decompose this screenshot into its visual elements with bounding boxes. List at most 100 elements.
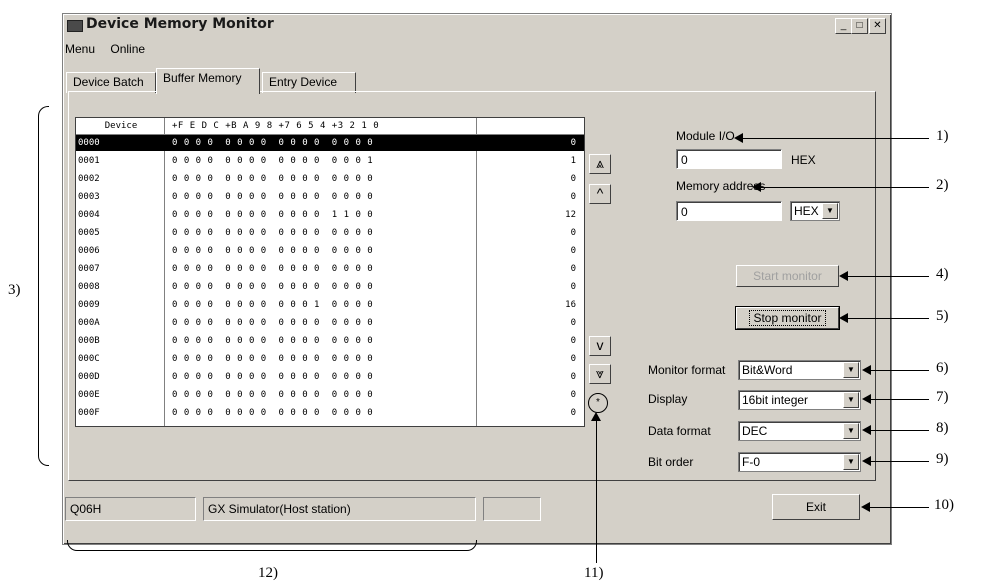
page-down-button[interactable]: ⩔ [589,364,611,384]
table-row[interactable]: 0004 0 0 0 0 0 0 0 0 0 0 0 0 1 1 0 0 12 [76,207,584,223]
app-icon [67,20,83,32]
callout-line-5 [846,318,929,319]
close-button[interactable]: ✕ [869,18,886,34]
bit-values: 0 0 0 0 0 0 0 0 0 0 0 1 0 0 0 0 [172,300,374,310]
data-format-select[interactable]: DEC ▼ [738,421,861,441]
callout-6: 6) [936,360,949,376]
stop-monitor-button[interactable]: Stop monitor [735,306,840,330]
menu-menu[interactable]: Menu [65,42,95,56]
bit-values: 0 0 0 0 0 0 0 0 0 0 0 0 0 0 0 0 [172,390,374,400]
bit-order-label: Bit order [648,455,694,469]
table-row[interactable]: 0005 0 0 0 0 0 0 0 0 0 0 0 0 0 0 0 0 0 [76,225,584,241]
table-row[interactable]: 0002 0 0 0 0 0 0 0 0 0 0 0 0 0 0 0 0 0 [76,171,584,187]
scroll-down-button[interactable]: v [589,336,611,356]
bit-values: 0 0 0 0 0 0 0 0 0 0 0 0 0 0 0 0 [172,174,374,184]
device-address: 000C [78,354,100,364]
memory-address-input[interactable]: 0 [676,201,782,221]
table-row[interactable]: 0006 0 0 0 0 0 0 0 0 0 0 0 0 0 0 0 0 0 [76,243,584,259]
double-chevron-up-icon: ⩓ [596,155,604,171]
table-row[interactable]: 000F 0 0 0 0 0 0 0 0 0 0 0 0 0 0 0 0 0 [76,405,584,421]
table-row[interactable]: 000B 0 0 0 0 0 0 0 0 0 0 0 0 0 0 0 0 0 [76,333,584,349]
table-row[interactable]: 0001 0 0 0 0 0 0 0 0 0 0 0 0 0 0 0 1 1 [76,153,584,169]
chevron-down-icon[interactable]: ▼ [843,362,859,378]
display-label: Display [648,392,688,406]
memory-address-unit-value: HEX [794,204,819,218]
exit-button[interactable]: Exit [772,494,860,520]
callout-line-7 [869,399,929,400]
device-address: 0000 [78,138,100,148]
arrowhead-icon [862,365,871,375]
module-io-input[interactable]: 0 [676,149,782,169]
module-io-label: Module I/O [676,129,735,143]
callout-11: 11) [584,565,604,581]
start-monitor-button[interactable]: Start monitor [736,265,839,287]
column-header-bits: +F E D C +B A 9 8 +7 6 5 4 +3 2 1 0 [172,121,380,131]
module-io-unit: HEX [791,153,816,167]
maximize-button[interactable]: □ [851,18,868,34]
word-value: 1 [570,156,576,166]
chevron-down-icon[interactable]: ▼ [822,203,838,219]
monitor-format-select[interactable]: Bit&Word ▼ [738,360,861,380]
table-row[interactable]: 0009 0 0 0 0 0 0 0 0 0 0 0 1 0 0 0 0 16 [76,297,584,313]
arrowhead-icon [862,425,871,435]
table-row[interactable]: 0003 0 0 0 0 0 0 0 0 0 0 0 0 0 0 0 0 0 [76,189,584,205]
word-value: 0 [570,282,576,292]
memory-grid[interactable]: Device +F E D C +B A 9 8 +7 6 5 4 +3 2 1… [75,117,585,427]
tab-device-batch[interactable]: Device Batch [66,72,156,93]
table-row[interactable]: 000D 0 0 0 0 0 0 0 0 0 0 0 0 0 0 0 0 0 [76,369,584,385]
device-address: 0005 [78,228,100,238]
asterisk-icon: * [596,397,600,408]
bit-values: 0 0 0 0 0 0 0 0 0 0 0 0 0 0 0 0 [172,246,374,256]
callout-1: 1) [936,128,949,144]
tab-buffer-memory[interactable]: Buffer Memory [156,68,260,94]
status-connection: GX Simulator(Host station) [203,497,476,521]
word-value: 0 [570,408,576,418]
bit-values: 0 0 0 0 0 0 0 0 0 0 0 0 1 1 0 0 [172,210,374,220]
device-address: 0009 [78,300,100,310]
device-address: 000F [78,408,100,418]
table-row[interactable]: 000A 0 0 0 0 0 0 0 0 0 0 0 0 0 0 0 0 0 [76,315,584,331]
device-address: 0001 [78,156,100,166]
table-row[interactable]: 000E 0 0 0 0 0 0 0 0 0 0 0 0 0 0 0 0 0 [76,387,584,403]
tab-entry-device[interactable]: Entry Device [262,72,356,93]
table-row[interactable]: 0007 0 0 0 0 0 0 0 0 0 0 0 0 0 0 0 0 0 [76,261,584,277]
callout-12: 12) [258,565,278,581]
word-value: 0 [570,354,576,364]
table-row[interactable]: 000C 0 0 0 0 0 0 0 0 0 0 0 0 0 0 0 0 0 [76,351,584,367]
device-address: 000E [78,390,100,400]
chevron-down-icon[interactable]: ▼ [843,392,859,408]
callout-brace-12 [67,540,477,551]
word-value: 12 [565,210,576,220]
display-select[interactable]: 16bit integer ▼ [738,390,861,410]
callout-line-6 [869,370,929,371]
arrowhead-icon [839,313,848,323]
bit-values: 0 0 0 0 0 0 0 0 0 0 0 0 0 0 0 0 [172,228,374,238]
chevron-down-icon[interactable]: ▼ [843,454,859,470]
column-header-device: Device [104,121,138,131]
bit-order-select[interactable]: F-0 ▼ [738,452,861,472]
callout-line-4 [846,276,929,277]
callout-7: 7) [936,389,949,405]
minimize-button[interactable]: _ [835,18,852,34]
chevron-down-icon[interactable]: ▼ [843,423,859,439]
monitor-format-label: Monitor format [648,363,726,377]
page-up-button[interactable]: ⩓ [589,154,611,174]
menu-online[interactable]: Online [110,42,145,56]
word-value: 0 [570,390,576,400]
arrowhead-icon [862,394,871,404]
device-address: 000A [78,318,100,328]
chevron-down-icon: v [596,337,604,353]
callout-5: 5) [936,308,949,324]
word-value: 0 [570,174,576,184]
device-address: 0007 [78,264,100,274]
bit-values: 0 0 0 0 0 0 0 0 0 0 0 0 0 0 0 0 [172,372,374,382]
table-row[interactable]: 0000 0 0 0 0 0 0 0 0 0 0 0 0 0 0 0 0 0 [76,135,584,151]
memory-address-unit-select[interactable]: HEX ▼ [790,201,840,221]
data-format-value: DEC [742,424,768,438]
scroll-up-button[interactable]: ^ [589,184,611,204]
device-address: 0004 [78,210,100,220]
table-row[interactable]: 0008 0 0 0 0 0 0 0 0 0 0 0 0 0 0 0 0 0 [76,279,584,295]
menu-bar: Menu Online [65,42,157,56]
asterisk-marker: * [588,393,608,413]
word-value: 16 [565,300,576,310]
